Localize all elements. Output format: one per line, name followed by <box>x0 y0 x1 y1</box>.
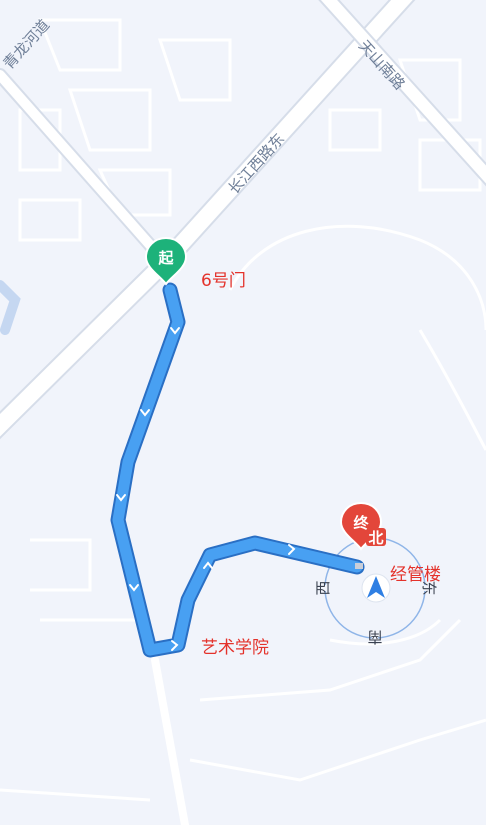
map-canvas[interactable]: 青龙河道 天山南路 长江西路东 东 南 西 起 终 北 <box>0 0 486 825</box>
map-background <box>0 0 486 825</box>
compass-south-label: 南 <box>367 628 382 646</box>
route-end-stub <box>355 563 363 569</box>
poi-label-jingguan[interactable]: 经管楼 <box>390 560 441 585</box>
start-pin-label: 起 <box>157 249 174 267</box>
navigation-arrow-icon <box>361 573 391 603</box>
poi-label-gate6[interactable]: 6号门 <box>201 266 246 291</box>
compass-west-label: 西 <box>314 580 332 595</box>
poi-label-yishu[interactable]: 艺术学院 <box>201 633 269 658</box>
compass-north-label: 北 <box>368 529 383 547</box>
